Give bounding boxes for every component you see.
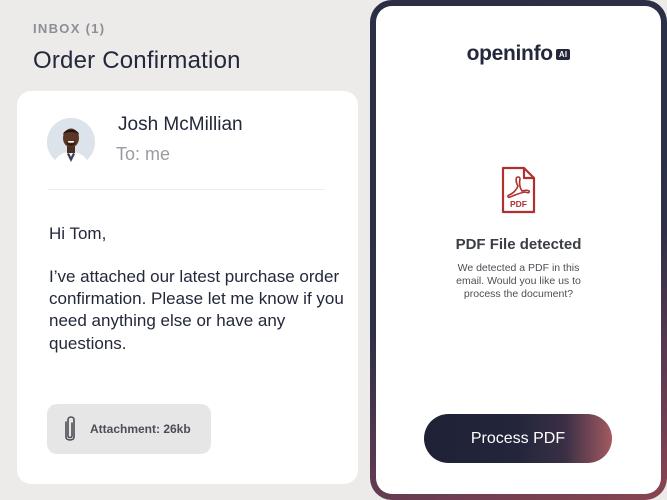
openinfo-panel-inner: openinfo AI PDF PDF File detected We dete… <box>376 6 661 494</box>
divider <box>48 189 325 190</box>
pdf-file-icon: PDF <box>500 166 536 214</box>
detect-description: We detected a PDF in this email. Would y… <box>456 262 581 300</box>
email-greeting: Hi Tom, <box>49 224 107 243</box>
email-subject: Order Confirmation <box>33 47 241 74</box>
detect-title: PDF File detected <box>455 236 582 253</box>
pdf-icon-label: PDF <box>510 199 527 209</box>
recipient-label: To: me <box>116 144 171 164</box>
sender-name: Josh McMillian <box>118 114 243 135</box>
email-pane: INBOX (1) Order Confirmation Josh McMill… <box>0 0 370 500</box>
brand-logo: openinfo AI <box>376 42 661 66</box>
ai-badge: AI <box>555 49 571 60</box>
paperclip-icon <box>60 414 80 446</box>
attachment-chip[interactable]: Attachment: 26kb <box>47 404 211 454</box>
attachment-label: Attachment: 26kb <box>90 422 191 436</box>
brand-name: openinfo <box>466 42 554 65</box>
process-pdf-button[interactable]: Process PDF <box>424 414 612 463</box>
avatar[interactable] <box>47 118 95 166</box>
openinfo-panel: openinfo AI PDF PDF File detected We dete… <box>370 0 667 500</box>
email-body: I’ve attached our latest purchase order … <box>49 267 344 353</box>
email-card: Josh McMillian To: me Hi Tom, I’ve attac… <box>17 91 358 484</box>
inbox-label[interactable]: INBOX (1) <box>33 21 105 36</box>
